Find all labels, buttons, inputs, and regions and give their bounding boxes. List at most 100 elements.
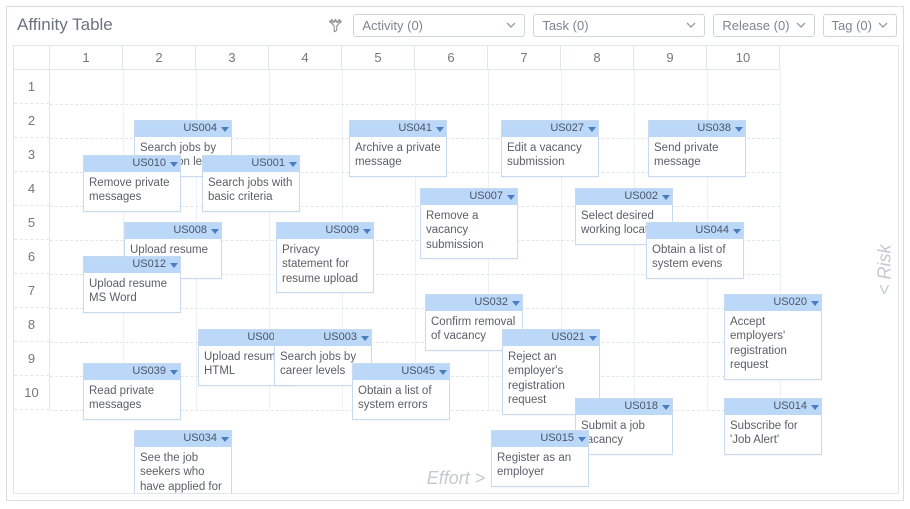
card-menu-icon[interactable] [170, 162, 178, 167]
card-menu-icon[interactable] [170, 370, 178, 375]
card-menu-icon[interactable] [733, 229, 741, 234]
story-card[interactable]: US027Edit a vacancy submission [501, 120, 599, 177]
card-menu-icon[interactable] [811, 301, 819, 306]
story-card[interactable]: US039Read private messages [83, 363, 181, 420]
card-header[interactable]: US004 [135, 121, 231, 137]
filter-icon[interactable] [325, 15, 345, 35]
chevron-down-icon [796, 22, 806, 28]
card-menu-icon[interactable] [512, 301, 520, 306]
card-id: US020 [773, 296, 807, 310]
card-menu-icon[interactable] [439, 370, 447, 375]
card-header[interactable]: US034 [135, 431, 231, 447]
card-title: Upload resume MS Word [84, 273, 180, 312]
card-header[interactable]: US014 [725, 399, 821, 415]
chevron-down-icon [686, 22, 696, 28]
page-title: Affinity Table [13, 13, 117, 37]
card-menu-icon[interactable] [361, 336, 369, 341]
card-title: Submit a job vacancy [576, 415, 672, 454]
story-card[interactable]: US007Remove a vacancy submission [420, 188, 518, 259]
card-menu-icon[interactable] [507, 195, 515, 200]
card-header[interactable]: US015 [492, 431, 588, 447]
card-header[interactable]: US018 [576, 399, 672, 415]
card-menu-icon[interactable] [289, 162, 297, 167]
card-menu-icon[interactable] [811, 405, 819, 410]
card-header[interactable]: US009 [277, 223, 373, 239]
card-header[interactable]: US038 [649, 121, 745, 137]
card-title: Send private message [649, 137, 745, 176]
card-id: US009 [325, 224, 359, 238]
story-card[interactable]: US041Archive a private message [349, 120, 447, 177]
card-id: US014 [773, 400, 807, 414]
story-card[interactable]: US020Accept employers' registration requ… [724, 294, 822, 380]
card-id: US034 [183, 432, 217, 446]
card-title: Remove private messages [84, 172, 180, 211]
task-filter[interactable]: Task (0) [533, 14, 705, 37]
card-menu-icon[interactable] [170, 263, 178, 268]
card-menu-icon[interactable] [578, 437, 586, 442]
card-header[interactable]: US003 [275, 330, 371, 346]
card-header[interactable]: US001 [203, 156, 299, 172]
card-title: Obtain a list of system evens [647, 239, 743, 278]
card-header[interactable]: US027 [502, 121, 598, 137]
chevron-down-icon [878, 22, 888, 28]
risk-axis-label: < Risk [874, 46, 896, 493]
tag-filter[interactable]: Tag (0) [823, 14, 897, 37]
column-header: 6 [415, 46, 488, 69]
card-id: US007 [469, 190, 503, 204]
card-id: US018 [624, 400, 658, 414]
column-header: 8 [561, 46, 634, 69]
card-id: US027 [550, 122, 584, 136]
card-title: Subscribe for 'Job Alert' [725, 415, 821, 454]
story-card[interactable]: US014Subscribe for 'Job Alert' [724, 398, 822, 455]
column-header: 1 [50, 46, 123, 69]
card-header[interactable]: US012 [84, 257, 180, 273]
story-card[interactable]: US010Remove private messages [83, 155, 181, 212]
card-title: Obtain a list of system errors [353, 380, 449, 419]
card-menu-icon[interactable] [211, 229, 219, 234]
card-header[interactable]: US039 [84, 364, 180, 380]
card-title: Read private messages [84, 380, 180, 419]
card-menu-icon[interactable] [221, 437, 229, 442]
story-card[interactable]: US045Obtain a list of system errors [352, 363, 450, 420]
card-menu-icon[interactable] [363, 229, 371, 234]
story-card[interactable]: US038Send private message [648, 120, 746, 177]
card-header[interactable]: US002 [576, 189, 672, 205]
story-card[interactable]: US009Privacy statement for resume upload [276, 222, 374, 293]
activity-filter[interactable]: Activity (0) [353, 14, 525, 37]
card-id: US002 [624, 190, 658, 204]
card-id: US001 [251, 157, 285, 171]
story-card[interactable]: US044Obtain a list of system evens [646, 222, 744, 279]
card-menu-icon[interactable] [662, 195, 670, 200]
card-menu-icon[interactable] [436, 127, 444, 132]
card-header[interactable]: US008 [125, 223, 221, 239]
column-header: 10 [707, 46, 780, 69]
card-title: Archive a private message [350, 137, 446, 176]
story-card[interactable]: US012Upload resume MS Word [83, 256, 181, 313]
card-menu-icon[interactable] [735, 127, 743, 132]
row-header: 3 [14, 138, 49, 172]
release-filter[interactable]: Release (0) [713, 14, 814, 37]
card-header[interactable]: US010 [84, 156, 180, 172]
grid-corner [14, 46, 50, 70]
card-menu-icon[interactable] [588, 127, 596, 132]
affinity-board[interactable]: 12345678910 12345678910 US004Search jobs… [13, 45, 899, 494]
card-header[interactable]: US041 [350, 121, 446, 137]
card-menu-icon[interactable] [662, 405, 670, 410]
story-card[interactable]: US001Search jobs with basic criteria [202, 155, 300, 212]
story-card[interactable]: US018Submit a job vacancy [575, 398, 673, 455]
row-header: 9 [14, 342, 49, 376]
card-menu-icon[interactable] [589, 336, 597, 341]
row-header: 4 [14, 172, 49, 206]
card-header[interactable]: US007 [421, 189, 517, 205]
row-header: 10 [14, 376, 49, 410]
card-header[interactable]: US045 [353, 364, 449, 380]
tag-filter-label: Tag (0) [832, 18, 872, 33]
card-menu-icon[interactable] [221, 127, 229, 132]
release-filter-label: Release (0) [722, 18, 789, 33]
card-header[interactable]: US044 [647, 223, 743, 239]
card-id: US010 [132, 157, 166, 171]
card-header[interactable]: US020 [725, 295, 821, 311]
card-header[interactable]: US021 [503, 330, 599, 346]
row-header: 7 [14, 274, 49, 308]
card-header[interactable]: US032 [426, 295, 522, 311]
